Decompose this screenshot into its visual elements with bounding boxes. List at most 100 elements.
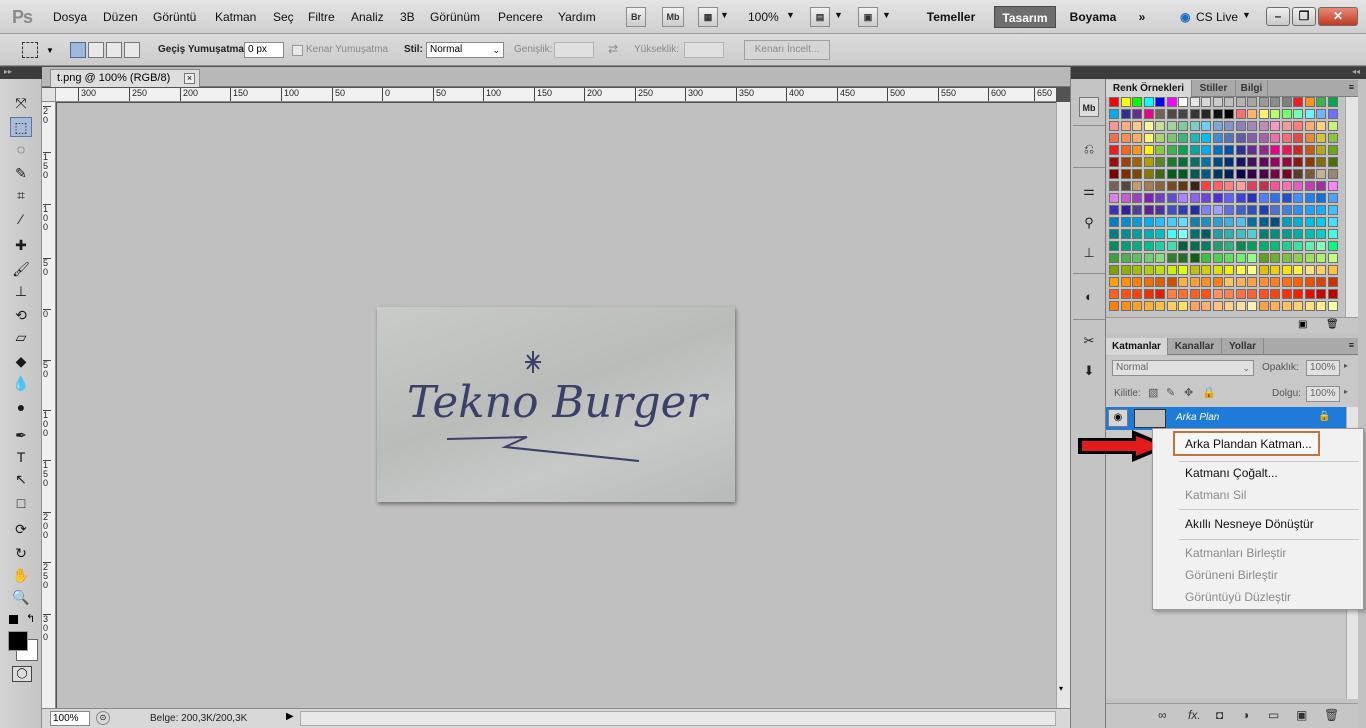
color-swatch[interactable] <box>1178 301 1188 311</box>
color-swatch[interactable] <box>1327 97 1338 107</box>
color-swatch[interactable] <box>1189 169 1200 179</box>
close-icon[interactable]: × <box>184 73 195 84</box>
color-swatch[interactable] <box>1109 205 1119 215</box>
color-swatch[interactable] <box>1327 253 1338 263</box>
color-swatch[interactable] <box>1270 229 1280 239</box>
color-swatch[interactable] <box>1258 121 1269 131</box>
scroll-down-icon[interactable]: ▾ <box>1059 684 1068 693</box>
color-swatch[interactable] <box>1155 193 1165 203</box>
color-swatch[interactable] <box>1327 217 1338 227</box>
color-swatch[interactable] <box>1201 169 1211 179</box>
color-swatch[interactable] <box>1143 169 1154 179</box>
color-swatch[interactable] <box>1178 229 1188 239</box>
color-swatch[interactable] <box>1143 205 1154 215</box>
color-swatch[interactable] <box>1316 205 1326 215</box>
color-swatch[interactable] <box>1109 265 1119 275</box>
color-swatch[interactable] <box>1109 241 1119 251</box>
color-swatch[interactable] <box>1327 229 1338 239</box>
antialias-checkbox[interactable] <box>292 45 303 56</box>
color-swatch[interactable] <box>1316 157 1326 167</box>
color-swatch[interactable] <box>1132 205 1142 215</box>
color-swatch[interactable] <box>1132 301 1142 311</box>
color-swatch[interactable] <box>1270 217 1280 227</box>
color-swatch[interactable] <box>1155 265 1165 275</box>
color-swatch[interactable] <box>1189 205 1200 215</box>
tab-paths[interactable]: Yollar <box>1222 338 1264 355</box>
color-swatch[interactable] <box>1247 109 1257 119</box>
color-swatch[interactable] <box>1143 97 1154 107</box>
color-swatch[interactable] <box>1155 169 1165 179</box>
more-workspaces-icon[interactable]: » <box>1130 6 1154 28</box>
color-swatch[interactable] <box>1293 145 1303 155</box>
color-swatch[interactable] <box>1166 145 1177 155</box>
screen-mode-icon[interactable]: ▣ <box>858 7 878 27</box>
color-swatch[interactable] <box>1247 193 1257 203</box>
color-swatch[interactable] <box>1270 181 1280 191</box>
color-swatch[interactable] <box>1178 121 1188 131</box>
color-swatch[interactable] <box>1109 121 1119 131</box>
color-swatch[interactable] <box>1327 169 1338 179</box>
zoom-input[interactable]: 100% <box>50 711 90 726</box>
color-swatch[interactable] <box>1189 145 1200 155</box>
color-swatch[interactable] <box>1247 205 1257 215</box>
color-swatch[interactable] <box>1166 241 1177 251</box>
color-swatch[interactable] <box>1247 145 1257 155</box>
color-swatch[interactable] <box>1293 109 1303 119</box>
lock-position-icon[interactable]: ✥ <box>1184 386 1193 399</box>
color-swatch[interactable] <box>1327 193 1338 203</box>
quick-mask-icon[interactable]: ◯ <box>12 666 32 682</box>
color-swatch[interactable] <box>1189 265 1200 275</box>
maximize-button[interactable]: ❐ <box>1292 7 1316 26</box>
rectangular-marquee-tool-icon[interactable]: ⬚ <box>10 117 32 137</box>
color-swatch[interactable] <box>1166 181 1177 191</box>
color-swatch[interactable] <box>1132 157 1142 167</box>
color-swatch[interactable] <box>1166 193 1177 203</box>
default-colors-icon[interactable] <box>9 615 18 624</box>
color-swatch[interactable] <box>1258 277 1269 287</box>
color-swatch[interactable] <box>1281 169 1292 179</box>
color-swatch[interactable] <box>1235 265 1246 275</box>
subtract-selection-icon[interactable] <box>106 42 122 58</box>
color-swatch[interactable] <box>1281 121 1292 131</box>
chevron-down-icon[interactable]: ▼ <box>46 46 54 55</box>
color-swatch[interactable] <box>1327 277 1338 287</box>
color-swatch[interactable] <box>1304 181 1315 191</box>
menu-item-convert-smart-object[interactable]: Akıllı Nesneye Dönüştür <box>1185 517 1314 531</box>
color-swatch[interactable] <box>1224 121 1234 131</box>
expand-icon[interactable]: ▸▸ <box>4 67 12 76</box>
strip-header[interactable] <box>1071 67 1107 79</box>
new-selection-icon[interactable] <box>70 42 86 58</box>
color-swatch[interactable] <box>1258 301 1269 311</box>
color-swatch[interactable] <box>1120 133 1131 143</box>
color-swatch[interactable] <box>1189 277 1200 287</box>
color-swatch[interactable] <box>1258 97 1269 107</box>
color-swatch[interactable] <box>1316 241 1326 251</box>
color-swatch[interactable] <box>1178 169 1188 179</box>
color-swatch[interactable] <box>1247 277 1257 287</box>
color-swatch[interactable] <box>1155 181 1165 191</box>
color-swatch[interactable] <box>1224 145 1234 155</box>
clone-stamp-tool-icon[interactable]: ⊥ <box>10 281 32 301</box>
color-swatch[interactable] <box>1201 289 1211 299</box>
color-swatch[interactable] <box>1270 193 1280 203</box>
color-swatch[interactable] <box>1166 121 1177 131</box>
workspace-design[interactable]: Tasarım <box>994 6 1056 28</box>
color-swatch[interactable] <box>1143 193 1154 203</box>
color-swatch[interactable] <box>1189 121 1200 131</box>
color-swatch[interactable] <box>1316 145 1326 155</box>
color-swatch[interactable] <box>1327 157 1338 167</box>
refine-edge-button[interactable]: Kenarı İncelt... <box>744 40 830 60</box>
color-swatch[interactable] <box>1143 133 1154 143</box>
color-swatch[interactable] <box>1143 277 1154 287</box>
color-swatch[interactable] <box>1143 181 1154 191</box>
color-swatch[interactable] <box>1212 145 1223 155</box>
color-swatch[interactable] <box>1166 217 1177 227</box>
quick-selection-tool-icon[interactable]: ✎ <box>10 163 32 183</box>
color-swatch[interactable] <box>1316 133 1326 143</box>
feather-input[interactable]: 0 px <box>244 42 284 58</box>
color-swatch[interactable] <box>1316 169 1326 179</box>
document-tab[interactable]: t.png @ 100% (RGB/8) × <box>50 69 200 87</box>
color-swatch[interactable] <box>1258 145 1269 155</box>
color-swatch[interactable] <box>1212 133 1223 143</box>
color-swatch[interactable] <box>1178 253 1188 263</box>
